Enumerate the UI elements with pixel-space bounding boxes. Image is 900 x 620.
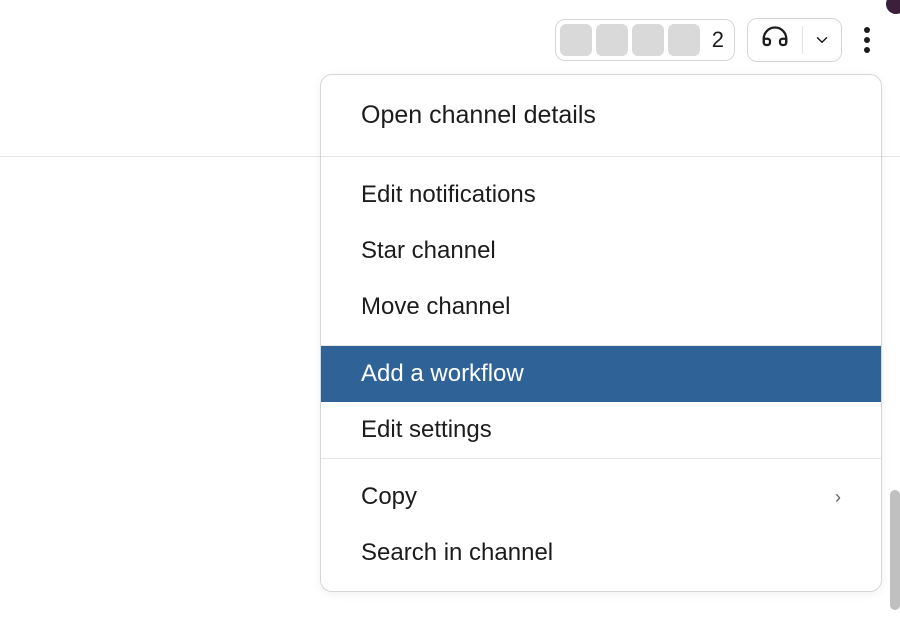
menu-item-label: Edit settings <box>361 416 492 444</box>
menu-group: Copy › Search in channel <box>321 459 881 591</box>
menu-item-move-channel[interactable]: Move channel <box>321 279 881 335</box>
menu-item-add-workflow[interactable]: Add a workflow <box>321 346 881 402</box>
huddle-options-button[interactable] <box>803 31 841 49</box>
kebab-icon <box>863 25 871 55</box>
member-count: 2 <box>702 27 724 53</box>
menu-item-label: Add a workflow <box>361 360 524 388</box>
avatar <box>560 24 592 56</box>
chevron-right-icon: › <box>835 487 841 508</box>
channel-actions-menu: Open channel details Edit notifications … <box>320 74 882 592</box>
menu-item-label: Move channel <box>361 293 510 321</box>
avatar-stack <box>560 24 700 56</box>
member-count-button[interactable]: 2 <box>555 19 735 61</box>
menu-item-edit-settings[interactable]: Edit settings <box>321 402 881 458</box>
headphones-icon <box>760 25 790 55</box>
avatar <box>632 24 664 56</box>
menu-item-label: Search in channel <box>361 539 553 567</box>
scrollbar-thumb[interactable] <box>890 490 900 610</box>
avatar-corner-decoration <box>886 0 900 14</box>
menu-item-label: Open channel details <box>361 101 596 130</box>
menu-item-open-details[interactable]: Open channel details <box>321 75 881 156</box>
huddle-button-group <box>747 18 842 62</box>
chevron-down-icon <box>813 31 831 49</box>
menu-item-label: Copy <box>361 483 417 511</box>
menu-item-edit-notifications[interactable]: Edit notifications <box>321 167 881 223</box>
menu-item-search-channel[interactable]: Search in channel <box>321 525 881 581</box>
channel-header-actions: 2 <box>555 18 880 62</box>
menu-item-label: Edit notifications <box>361 181 536 209</box>
menu-item-copy[interactable]: Copy › <box>321 469 881 525</box>
menu-group: Edit notifications Star channel Move cha… <box>321 157 881 345</box>
avatar <box>668 24 700 56</box>
more-actions-button[interactable] <box>854 18 880 62</box>
avatar <box>596 24 628 56</box>
menu-item-star-channel[interactable]: Star channel <box>321 223 881 279</box>
huddle-button[interactable] <box>748 25 802 55</box>
menu-item-label: Star channel <box>361 237 496 265</box>
